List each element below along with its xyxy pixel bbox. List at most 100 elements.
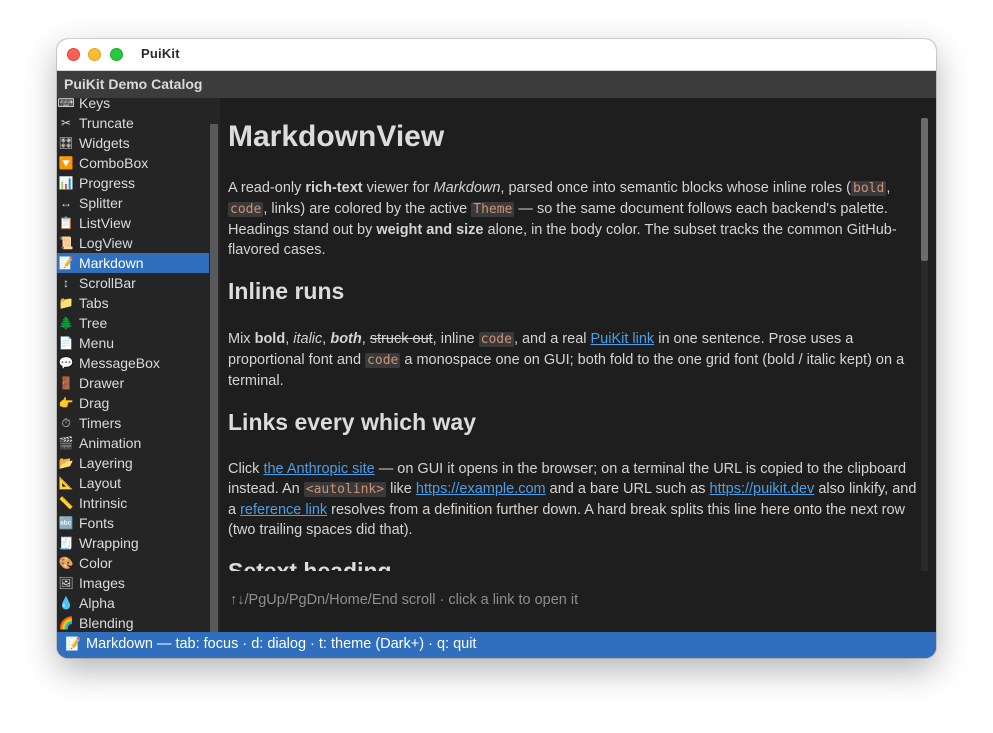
- markdown-view[interactable]: MarkdownView A read-only rich-text viewe…: [220, 98, 936, 632]
- sidebar-item-drawer[interactable]: 🚪 Drawer: [57, 373, 209, 393]
- sidebar-item-label: Wrapping: [79, 535, 139, 551]
- sidebar-item-truncate[interactable]: ✂ Truncate: [57, 113, 209, 133]
- text-run: ,: [886, 180, 891, 196]
- sidebar-item-label: Drawer: [79, 375, 125, 391]
- sidebar-item-images[interactable]: 🖼 Images: [57, 573, 209, 593]
- sidebar-item-label: Animation: [79, 435, 142, 451]
- sidebar-item-listview[interactable]: 📋 ListView: [57, 213, 209, 233]
- example-com-link[interactable]: https://example.com: [416, 481, 546, 497]
- text-run: A read-only: [228, 180, 306, 196]
- heading-links: Links every which way: [228, 409, 477, 435]
- bold-run: bold: [254, 331, 286, 347]
- content-scrollbar-track[interactable]: [921, 261, 928, 571]
- text-run: Mix: [228, 331, 255, 347]
- intro-paragraph: A read-only rich-text viewer for Markdow…: [228, 178, 916, 260]
- sidebar-item-label: LogView: [79, 235, 133, 251]
- door-icon: 🚪: [58, 376, 74, 390]
- inline-code: code: [228, 202, 264, 217]
- sidebar-item-intrinsic[interactable]: 📏 Intrinsic: [57, 493, 209, 513]
- sidebar-item-label: Progress: [79, 175, 136, 191]
- status-bar: 📝 Markdown — tab: focus · d: dialog · t:…: [57, 632, 936, 658]
- sidebar-item-color[interactable]: 🎨 Color: [57, 553, 209, 573]
- window-titlebar[interactable]: PuiKit: [57, 39, 936, 71]
- inline-code: code: [478, 332, 514, 347]
- sidebar-item-logview[interactable]: 📜 LogView: [57, 233, 209, 253]
- clapper-icon: 🎬: [58, 436, 74, 450]
- sidebar-item-drag[interactable]: 👉 Drag: [57, 393, 209, 413]
- sidebar-item-label: MessageBox: [79, 355, 160, 371]
- text-wrap-icon: 🧾: [58, 536, 74, 550]
- left-right-arrow-icon: ↔: [60, 196, 72, 210]
- text-run: viewer for: [362, 180, 434, 196]
- heading-setext: Setext heading: [228, 558, 392, 571]
- text-run: , and a real: [513, 331, 591, 347]
- sidebar-item-messagebox[interactable]: 💬 MessageBox: [57, 353, 209, 373]
- heading-markdownview: MarkdownView: [228, 120, 445, 153]
- sidebar-item-layering[interactable]: 📂 Layering: [57, 453, 209, 473]
- sidebar-item-timers[interactable]: ⏱ Timers: [57, 413, 209, 433]
- text-run: resolves from a definition further down.…: [228, 502, 906, 538]
- puikit-link[interactable]: PuiKit link: [591, 331, 655, 347]
- menu-icon: 📄: [58, 336, 74, 350]
- sidebar-item-label: Menu: [79, 335, 115, 351]
- sidebar-item-label: Tabs: [79, 295, 109, 311]
- sidebar-item-label: Timers: [79, 415, 122, 431]
- drag-hand-icon: 👉: [58, 396, 74, 410]
- sidebar-item-label: Images: [79, 575, 125, 591]
- bold-run: weight and size: [376, 222, 484, 238]
- sidebar-item-keys[interactable]: ⌨ Keys: [57, 98, 209, 113]
- sidebar-item-combobox[interactable]: 🔽 ComboBox: [57, 153, 209, 173]
- control-knobs-icon: 🎛: [58, 136, 74, 150]
- italic-run: italic: [293, 331, 323, 347]
- sidebar-item-tabs[interactable]: 📁 Tabs: [57, 293, 209, 313]
- sidebar-item-label: Keys: [79, 98, 111, 111]
- bold-run: rich-text: [305, 180, 363, 196]
- sidebar-item-animation[interactable]: 🎬 Animation: [57, 433, 209, 453]
- speech-bubble-icon: 💬: [58, 356, 74, 370]
- sidebar-item-label: ListView: [79, 215, 131, 231]
- inline-code: Theme: [471, 202, 515, 217]
- sidebar-item-label: Color: [79, 555, 113, 571]
- picture-icon: 🖼: [58, 576, 74, 590]
- minimize-window-button[interactable]: [88, 48, 101, 61]
- palette-icon: 🎨: [58, 556, 74, 570]
- close-window-button[interactable]: [67, 48, 80, 61]
- sidebar-item-wrapping[interactable]: 🧾 Wrapping: [57, 533, 209, 553]
- content-scrollbar-thumb[interactable]: [921, 118, 928, 261]
- sidebar-item-scrollbar[interactable]: ↕ ScrollBar: [57, 273, 209, 293]
- memo-icon: 📝: [58, 256, 74, 270]
- sidebar-item-progress[interactable]: 📊 Progress: [57, 173, 209, 193]
- rainbow-icon: 🌈: [58, 616, 74, 630]
- sidebar-item-alpha[interactable]: 💧 Alpha: [57, 593, 209, 613]
- text-run: and a bare URL such as: [545, 481, 710, 497]
- triangle-ruler-icon: 📐: [58, 476, 74, 490]
- abc-icon: 🔤: [58, 516, 74, 530]
- sidebar-item-label: Splitter: [79, 195, 123, 211]
- sidebar-item-widgets[interactable]: 🎛 Widgets: [57, 133, 209, 153]
- reference-link[interactable]: reference link: [240, 502, 327, 518]
- puikit-dev-link[interactable]: https://puikit.dev: [710, 481, 815, 497]
- sidebar-item-layout[interactable]: 📐 Layout: [57, 473, 209, 493]
- zoom-window-button[interactable]: [110, 48, 123, 61]
- folders-icon: 📂: [58, 456, 74, 470]
- sidebar-item-label: Fonts: [79, 515, 115, 531]
- heading-inline-runs: Inline runs: [228, 278, 345, 304]
- sidebar-item-markdown[interactable]: 📝 Markdown: [57, 253, 209, 273]
- anthropic-link[interactable]: the Anthropic site: [263, 461, 374, 477]
- memo-icon: 📝: [65, 637, 82, 652]
- text-run: , inline: [432, 331, 479, 347]
- text-run: like: [386, 481, 416, 497]
- sidebar-item-label: Blending: [79, 615, 134, 631]
- sidebar-item-label: Alpha: [79, 595, 115, 611]
- sidebar-item-splitter[interactable]: ↔ Splitter: [57, 193, 209, 213]
- keyboard-icon: ⌨: [57, 98, 75, 110]
- sidebar-item-menu[interactable]: 📄 Menu: [57, 333, 209, 353]
- scroll-hint: ↑↓/PgUp/PgDn/Home/End scroll · click a l…: [230, 592, 579, 608]
- sidebar-item-tree[interactable]: 🌲 Tree: [57, 313, 209, 333]
- sidebar-scrollbar-thumb[interactable]: [210, 124, 218, 632]
- sidebar-item-label: ScrollBar: [79, 275, 136, 291]
- sidebar-item-fonts[interactable]: 🔤 Fonts: [57, 513, 209, 533]
- sidebar-item-blending[interactable]: 🌈 Blending: [57, 613, 209, 632]
- text-run: ,: [361, 331, 370, 347]
- up-down-arrow-icon: ↕: [63, 276, 69, 290]
